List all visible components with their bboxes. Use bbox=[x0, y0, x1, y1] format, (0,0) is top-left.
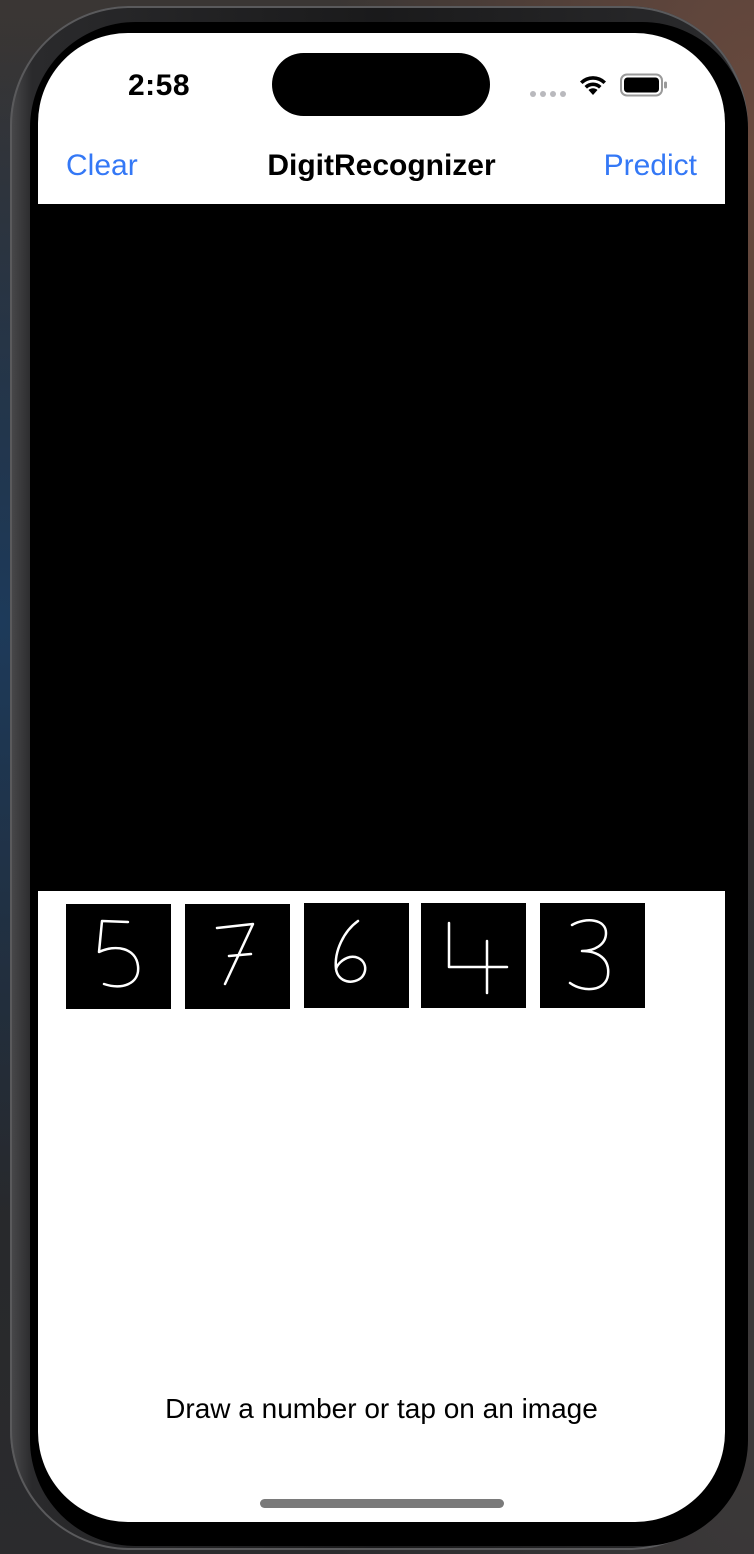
sample-image-7[interactable] bbox=[185, 904, 290, 1009]
dynamic-island bbox=[272, 53, 490, 116]
digit-7-drawing bbox=[215, 922, 255, 986]
sample-image-5[interactable] bbox=[66, 904, 171, 1009]
sample-image-4[interactable] bbox=[421, 903, 526, 1008]
sample-image-3[interactable] bbox=[540, 903, 645, 1008]
digit-4-drawing bbox=[447, 921, 509, 995]
wifi-icon bbox=[578, 73, 608, 97]
predict-button[interactable]: Predict bbox=[604, 149, 697, 183]
app-screen: 2:58 Clear DigitRecognizer Predict Draw … bbox=[38, 33, 725, 1522]
battery-icon bbox=[620, 73, 668, 97]
drawing-canvas[interactable] bbox=[38, 204, 725, 891]
status-time: 2:58 bbox=[128, 69, 191, 102]
instruction-label: Draw a number or tap on an image bbox=[165, 1393, 598, 1424]
digit-6-drawing bbox=[334, 919, 367, 983]
status-bar: 2:58 bbox=[38, 33, 725, 133]
navigation-bar: Clear DigitRecognizer Predict bbox=[38, 133, 725, 203]
digit-3-drawing bbox=[568, 919, 610, 991]
sample-images-row bbox=[66, 903, 706, 1013]
digit-5-drawing bbox=[97, 919, 140, 988]
cellular-signal-icon bbox=[530, 89, 566, 97]
home-indicator[interactable] bbox=[260, 1499, 504, 1508]
sample-image-6[interactable] bbox=[304, 903, 409, 1008]
